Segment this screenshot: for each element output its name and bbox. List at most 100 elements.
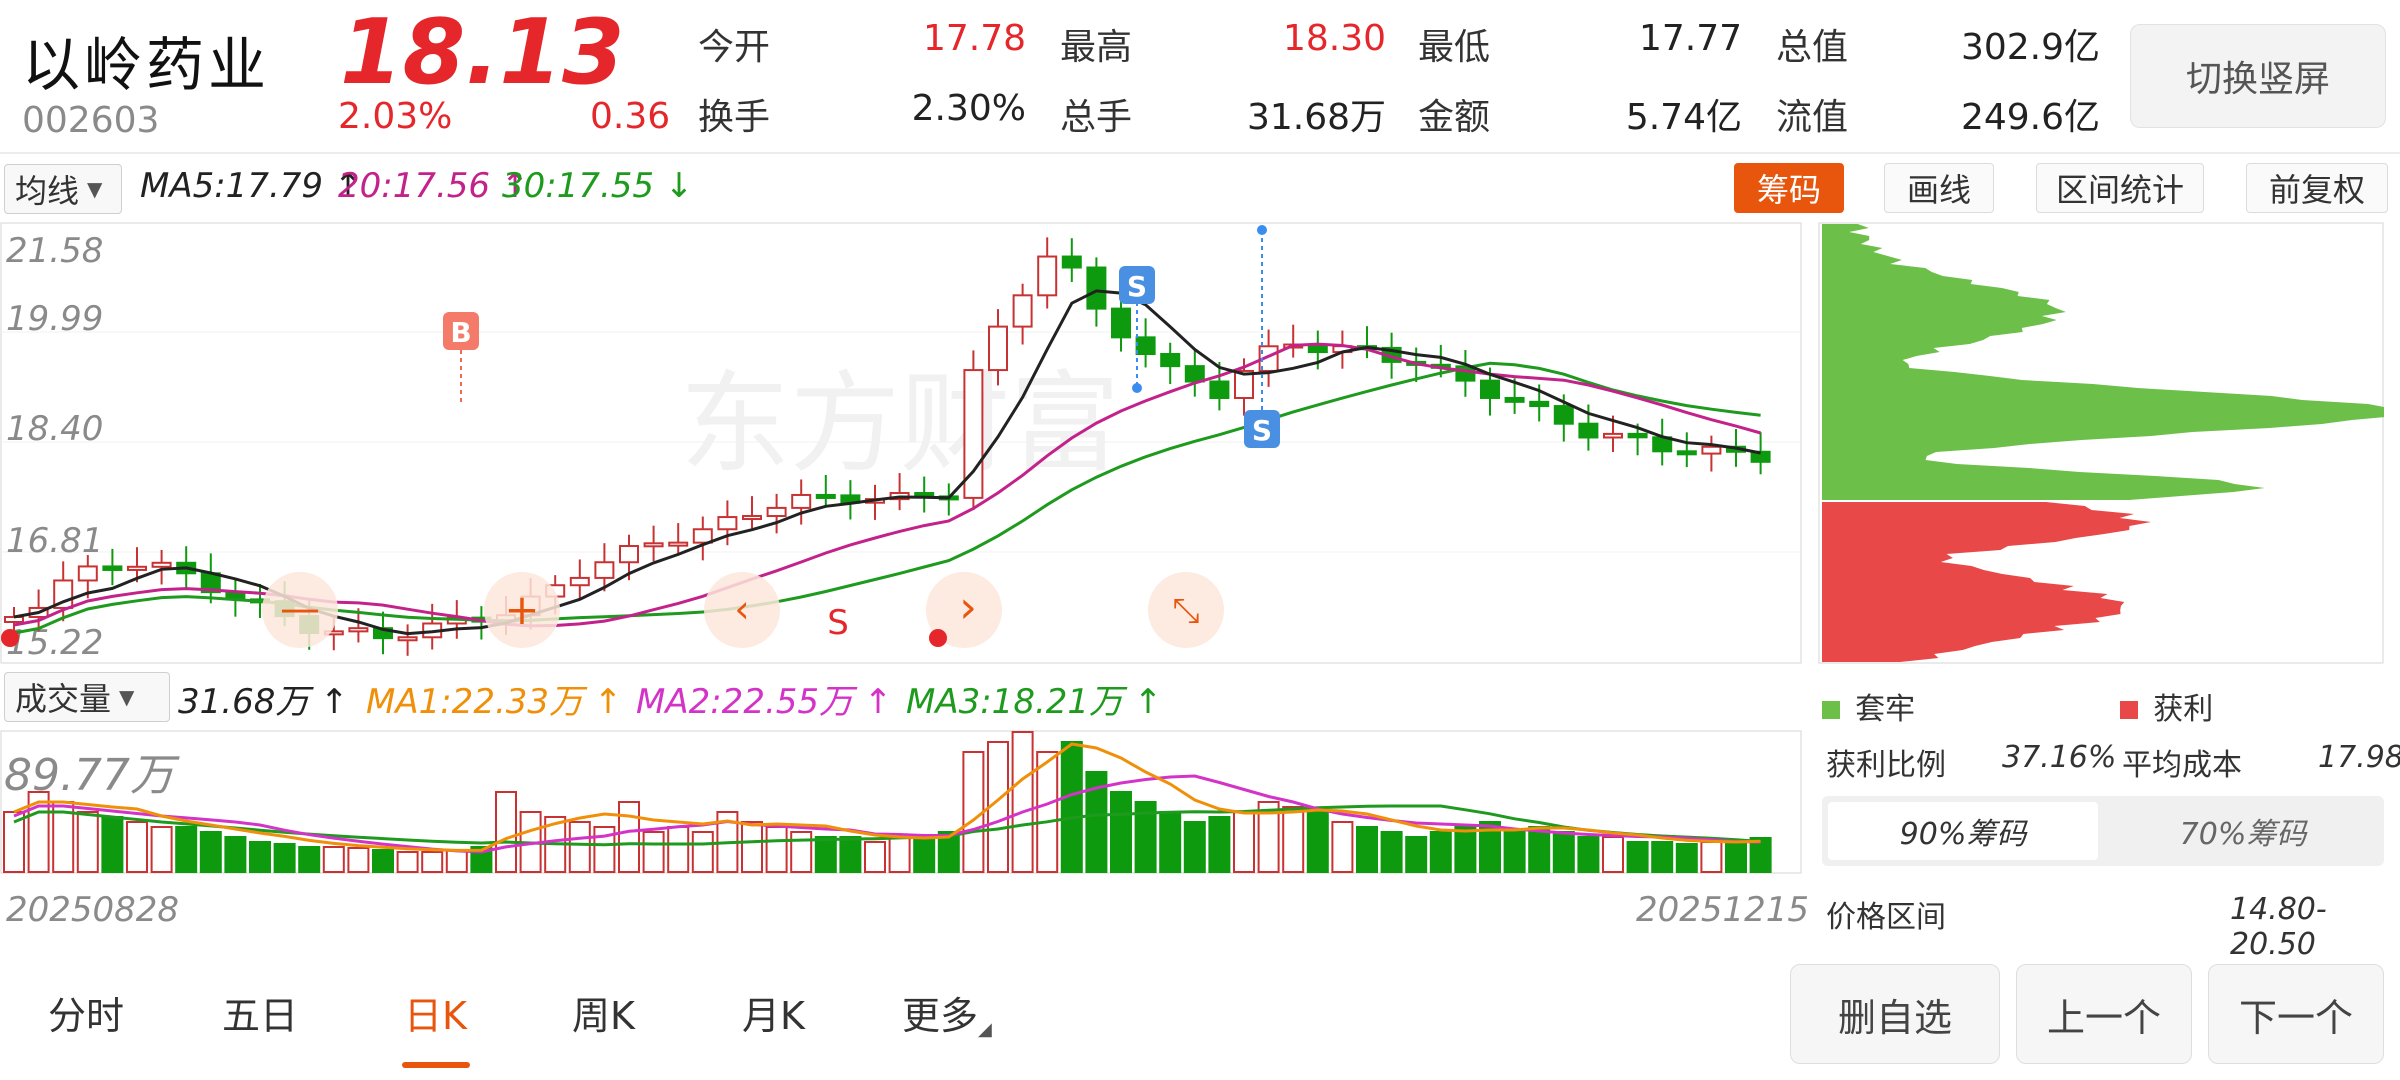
switch-portrait-button[interactable]: 切换竖屏 bbox=[2130, 24, 2386, 128]
stock-price: 18.13 bbox=[340, 0, 625, 105]
stat-volume-value: 31.68万 bbox=[1246, 97, 1386, 138]
volume-bar bbox=[175, 826, 198, 873]
volume-bar bbox=[568, 821, 591, 873]
candle bbox=[127, 565, 147, 571]
tab-70-chips[interactable]: 70%筹码 bbox=[2108, 802, 2378, 860]
volume-bar bbox=[962, 751, 985, 873]
arrow-up-icon: ↑ bbox=[320, 682, 349, 722]
volume-text: 31.68万 bbox=[178, 682, 310, 722]
candle bbox=[791, 493, 812, 509]
stat-high-value: 18.30 bbox=[1282, 18, 1386, 59]
interval-stats-button[interactable]: 区间统计 bbox=[2036, 163, 2204, 213]
tab-90-chips[interactable]: 90%筹码 bbox=[1828, 802, 2098, 860]
candle bbox=[1209, 380, 1230, 399]
sell-signal-text: S bbox=[827, 603, 849, 643]
candle bbox=[988, 325, 1008, 372]
tab-intraday[interactable]: 分时 bbox=[48, 985, 124, 1040]
volume-bar bbox=[1725, 839, 1747, 873]
ma5-text: MA5:17.79 bbox=[140, 166, 324, 206]
volume-bar bbox=[642, 831, 665, 873]
chevron-left-icon: ‹ bbox=[734, 587, 749, 631]
volume-bar bbox=[691, 831, 714, 873]
volume-bar bbox=[396, 851, 419, 873]
candle bbox=[569, 576, 590, 587]
chip-legend: 套牢 获利 bbox=[1822, 684, 2213, 728]
volume-bar bbox=[1011, 731, 1034, 873]
volume-bar bbox=[1380, 831, 1403, 873]
candle bbox=[1086, 266, 1107, 310]
volume-value: 31.68万 ↑ bbox=[178, 674, 349, 723]
volume-bar bbox=[1675, 843, 1698, 873]
arrow-up-icon: ↑ bbox=[593, 682, 623, 722]
change-percent: 2.03% bbox=[338, 96, 453, 137]
candle bbox=[766, 506, 787, 518]
candle bbox=[1750, 450, 1771, 463]
stat-amount-value: 5.74亿 bbox=[1625, 97, 1742, 138]
stat-totalcap-label: 总值 bbox=[1776, 27, 1849, 68]
candle bbox=[1160, 352, 1181, 368]
tab-weekly-k[interactable]: 周K bbox=[572, 985, 635, 1040]
volume-bar bbox=[1602, 836, 1624, 873]
ma5-value: MA5:17.79 ↑ bbox=[140, 166, 362, 206]
legend-profit-swatch bbox=[2120, 701, 2139, 719]
stat-turnover-label: 换手 bbox=[698, 97, 771, 138]
volume-selector[interactable]: 成交量 ▼ bbox=[4, 672, 170, 722]
chip-percent-tabs: 90%筹码 70%筹码 bbox=[1822, 796, 2384, 866]
candle bbox=[77, 565, 98, 582]
buy-marker-text: B bbox=[450, 316, 471, 349]
kline-chart[interactable]: 东方财富 21.58 19.99 18.40 16.81 15.22 — + ‹… bbox=[0, 222, 1802, 664]
volume-bar bbox=[1528, 826, 1551, 873]
candle bbox=[151, 561, 172, 568]
candle bbox=[1061, 255, 1082, 269]
volume-bar bbox=[322, 846, 345, 873]
vol-ma1-text: MA1:22.33万 bbox=[366, 682, 584, 722]
y-tick: 19.99 bbox=[6, 299, 103, 339]
volume-bar bbox=[618, 801, 640, 873]
marker-dot bbox=[1132, 383, 1142, 393]
chevron-right-icon: › bbox=[959, 582, 977, 633]
volume-bar bbox=[1454, 826, 1477, 873]
arrow-up-icon: ↑ bbox=[863, 682, 893, 722]
legend-trapped-label: 套牢 bbox=[1855, 692, 1916, 727]
volume-bar bbox=[864, 841, 886, 873]
start-date: 20250828 bbox=[6, 890, 180, 930]
candle bbox=[1037, 255, 1058, 297]
candle bbox=[1135, 336, 1156, 355]
previous-button[interactable]: 上一个 bbox=[2016, 964, 2192, 1064]
stat-floatcap-label: 流值 bbox=[1776, 97, 1849, 138]
change-amount: 0.36 bbox=[590, 96, 671, 137]
candle bbox=[1184, 365, 1205, 383]
volume-bar bbox=[741, 821, 763, 873]
draw-line-button[interactable]: 画线 bbox=[1884, 163, 1994, 213]
caret-down-icon: ▼ bbox=[119, 685, 135, 709]
y-tick: 21.58 bbox=[6, 231, 103, 271]
vol-ma3-text: MA3:18.21万 bbox=[906, 682, 1124, 722]
volume-bar bbox=[1159, 811, 1182, 873]
red-dot bbox=[1, 629, 19, 647]
volume-bar bbox=[445, 849, 468, 873]
tab-more[interactable]: 更多◢ bbox=[902, 985, 992, 1040]
volume-bar bbox=[273, 843, 296, 873]
y-tick: 16.81 bbox=[6, 521, 103, 561]
volume-bar bbox=[1503, 831, 1526, 873]
tab-five-day[interactable]: 五日 bbox=[222, 985, 298, 1040]
tab-monthly-k[interactable]: 月K bbox=[742, 985, 805, 1040]
candle bbox=[348, 627, 369, 633]
next-button[interactable]: 下一个 bbox=[2208, 964, 2384, 1064]
remove-favorite-button[interactable]: 删自选 bbox=[1790, 964, 2000, 1064]
volume-chart[interactable]: 89.77万 bbox=[0, 730, 1802, 874]
ma-selector[interactable]: 均线 ▼ bbox=[4, 164, 122, 214]
candle bbox=[1553, 405, 1574, 425]
volume-bar bbox=[126, 821, 148, 873]
candle bbox=[102, 565, 123, 571]
tab-daily-k[interactable]: 日K bbox=[404, 985, 467, 1040]
volume-bar bbox=[347, 847, 370, 873]
caret-down-icon: ▼ bbox=[87, 177, 103, 201]
adjust-price-button[interactable]: 前复权 bbox=[2246, 163, 2388, 213]
volume-bar bbox=[667, 826, 690, 873]
volume-bar bbox=[814, 836, 837, 873]
chips-button[interactable]: 筹码 bbox=[1734, 163, 1844, 213]
marker-dot bbox=[1257, 225, 1267, 235]
active-tab-indicator bbox=[402, 1062, 470, 1068]
candle bbox=[742, 515, 762, 521]
